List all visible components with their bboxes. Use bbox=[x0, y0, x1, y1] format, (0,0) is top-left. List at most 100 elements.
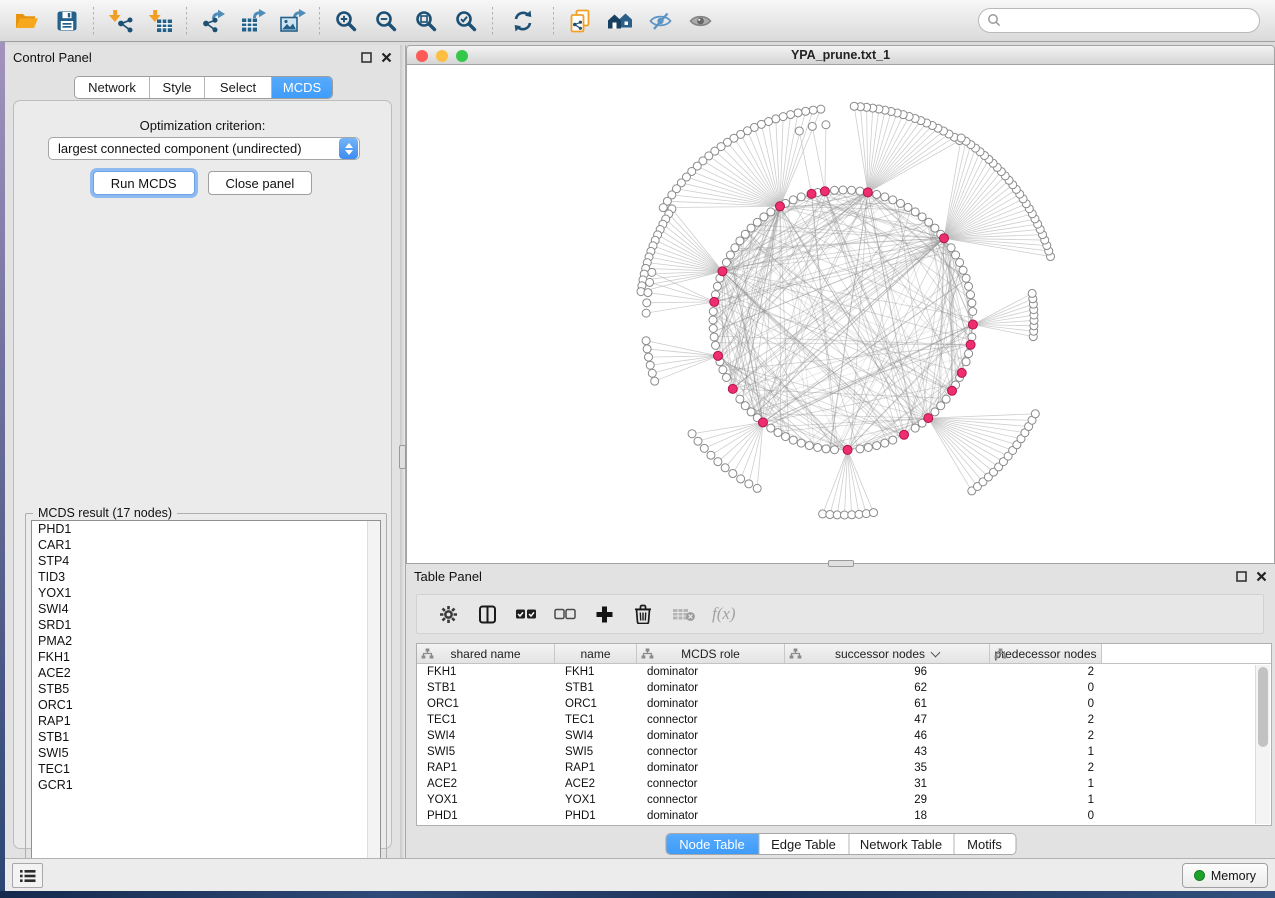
table-cell[interactable]: FKH1 bbox=[417, 664, 555, 680]
run-mcds-button[interactable]: Run MCDS bbox=[93, 171, 195, 195]
table-cell[interactable]: 2 bbox=[990, 712, 1102, 728]
table-cell[interactable]: 43 bbox=[785, 744, 990, 760]
table-cell[interactable]: 46 bbox=[785, 728, 990, 744]
column-header-MCDS-role[interactable]: MCDS role bbox=[637, 644, 785, 663]
task-history-button[interactable] bbox=[12, 863, 43, 888]
zoom-out-button[interactable] bbox=[366, 4, 406, 38]
network-graph[interactable] bbox=[407, 65, 1274, 562]
table-row[interactable]: ACE2ACE2connector311 bbox=[417, 776, 1271, 792]
mcds-node-item[interactable]: YOX1 bbox=[32, 585, 380, 601]
table-cell[interactable]: PHD1 bbox=[555, 808, 637, 824]
table-cell[interactable]: 1 bbox=[990, 776, 1102, 792]
column-header-name[interactable]: name bbox=[555, 644, 637, 663]
tab-select[interactable]: Select bbox=[204, 77, 271, 98]
mcds-node-item[interactable]: TEC1 bbox=[32, 761, 380, 777]
search-input[interactable] bbox=[978, 8, 1260, 33]
table-cell[interactable]: PHD1 bbox=[417, 808, 555, 824]
tab-mcds[interactable]: MCDS bbox=[271, 77, 332, 98]
table-cell[interactable]: STB1 bbox=[417, 680, 555, 696]
table-scrollbar[interactable] bbox=[1255, 665, 1270, 824]
tab-edge-table[interactable]: Edge Table bbox=[758, 834, 848, 854]
close-panel-button[interactable]: Close panel bbox=[208, 171, 313, 195]
table-row[interactable]: STB1STB1dominator620 bbox=[417, 680, 1271, 696]
select-all-button[interactable] bbox=[509, 599, 543, 629]
column-header-predecessor-nodes[interactable]: predecessor nodes bbox=[990, 644, 1102, 663]
close-panel-icon[interactable] bbox=[1256, 571, 1267, 582]
table-cell[interactable]: ORC1 bbox=[555, 696, 637, 712]
table-cell[interactable]: YOX1 bbox=[555, 792, 637, 808]
float-panel-icon[interactable] bbox=[1236, 571, 1247, 582]
mcds-node-item[interactable]: CAR1 bbox=[32, 537, 380, 553]
first-neighbors-button[interactable] bbox=[600, 4, 640, 38]
mcds-node-item[interactable]: RAP1 bbox=[32, 713, 380, 729]
tab-style[interactable]: Style bbox=[149, 77, 204, 98]
tab-motifs[interactable]: Motifs bbox=[953, 834, 1015, 854]
mcds-node-item[interactable]: SRD1 bbox=[32, 617, 380, 633]
table-cell[interactable]: dominator bbox=[637, 728, 785, 744]
table-cell[interactable]: dominator bbox=[637, 664, 785, 680]
mcds-node-item[interactable]: STB1 bbox=[32, 729, 380, 745]
table-cell[interactable]: 0 bbox=[990, 808, 1102, 824]
table-cell[interactable]: dominator bbox=[637, 808, 785, 824]
float-panel-icon[interactable] bbox=[361, 52, 372, 63]
split-divider-grip[interactable] bbox=[399, 445, 406, 469]
mcds-node-item[interactable]: FKH1 bbox=[32, 649, 380, 665]
table-cell[interactable]: RAP1 bbox=[417, 760, 555, 776]
horizontal-split-grip[interactable] bbox=[828, 560, 854, 567]
table-row[interactable]: FKH1FKH1dominator962 bbox=[417, 664, 1271, 680]
mcds-node-item[interactable]: ACE2 bbox=[32, 665, 380, 681]
table-cell[interactable]: SWI5 bbox=[555, 744, 637, 760]
deselect-all-button[interactable] bbox=[548, 599, 582, 629]
open-file-button[interactable] bbox=[7, 4, 47, 38]
table-row[interactable]: SWI5SWI5connector431 bbox=[417, 744, 1271, 760]
table-cell[interactable]: ACE2 bbox=[555, 776, 637, 792]
table-cell[interactable]: 47 bbox=[785, 712, 990, 728]
show-all-button[interactable] bbox=[680, 4, 720, 38]
table-cell[interactable]: 62 bbox=[785, 680, 990, 696]
table-cell[interactable]: ORC1 bbox=[417, 696, 555, 712]
show-columns-button[interactable] bbox=[470, 599, 504, 629]
table-cell[interactable]: connector bbox=[637, 712, 785, 728]
table-options-gear-button[interactable] bbox=[431, 599, 465, 629]
column-header-shared-name[interactable]: shared name bbox=[417, 644, 555, 663]
table-scrollbar-thumb[interactable] bbox=[1258, 667, 1268, 747]
tab-node-table[interactable]: Node Table bbox=[666, 834, 758, 854]
save-session-button[interactable] bbox=[47, 4, 87, 38]
table-row[interactable]: PHD1PHD1dominator180 bbox=[417, 808, 1271, 824]
table-row[interactable]: ORC1ORC1dominator610 bbox=[417, 696, 1271, 712]
table-row[interactable]: RAP1RAP1dominator352 bbox=[417, 760, 1271, 776]
table-cell[interactable]: dominator bbox=[637, 680, 785, 696]
zoom-selected-button[interactable] bbox=[446, 4, 486, 38]
table-cell[interactable]: connector bbox=[637, 776, 785, 792]
mcds-node-item[interactable]: GCR1 bbox=[32, 777, 380, 793]
table-row[interactable]: YOX1YOX1connector291 bbox=[417, 792, 1271, 808]
mcds-node-item[interactable]: SWI5 bbox=[32, 745, 380, 761]
table-cell[interactable]: dominator bbox=[637, 760, 785, 776]
criterion-dropdown[interactable]: largest connected component (undirected) bbox=[48, 137, 360, 160]
table-cell[interactable]: TEC1 bbox=[555, 712, 637, 728]
table-cell[interactable]: 2 bbox=[990, 760, 1102, 776]
import-table-button[interactable] bbox=[140, 4, 180, 38]
window-close-button[interactable] bbox=[416, 50, 428, 62]
table-cell[interactable]: SWI5 bbox=[417, 744, 555, 760]
function-builder-button[interactable]: f(x) bbox=[712, 604, 736, 624]
tab-network[interactable]: Network bbox=[75, 77, 149, 98]
table-cell[interactable]: RAP1 bbox=[555, 760, 637, 776]
network-window-titlebar[interactable]: YPA_prune.txt_1 bbox=[406, 45, 1275, 65]
mcds-node-item[interactable]: STP4 bbox=[32, 553, 380, 569]
tab-network-table[interactable]: Network Table bbox=[848, 834, 953, 854]
clone-network-button[interactable] bbox=[560, 4, 600, 38]
table-cell[interactable]: 2 bbox=[990, 728, 1102, 744]
table-cell[interactable]: connector bbox=[637, 744, 785, 760]
table-cell[interactable]: FKH1 bbox=[555, 664, 637, 680]
import-network-button[interactable] bbox=[100, 4, 140, 38]
table-cell[interactable]: 0 bbox=[990, 680, 1102, 696]
table-cell[interactable]: 1 bbox=[990, 744, 1102, 760]
table-cell[interactable]: 0 bbox=[990, 696, 1102, 712]
mcds-node-item[interactable]: ORC1 bbox=[32, 697, 380, 713]
table-cell[interactable]: 29 bbox=[785, 792, 990, 808]
mcds-node-item[interactable]: STB5 bbox=[32, 681, 380, 697]
table-cell[interactable]: ACE2 bbox=[417, 776, 555, 792]
table-cell[interactable]: TEC1 bbox=[417, 712, 555, 728]
table-cell[interactable]: 18 bbox=[785, 808, 990, 824]
